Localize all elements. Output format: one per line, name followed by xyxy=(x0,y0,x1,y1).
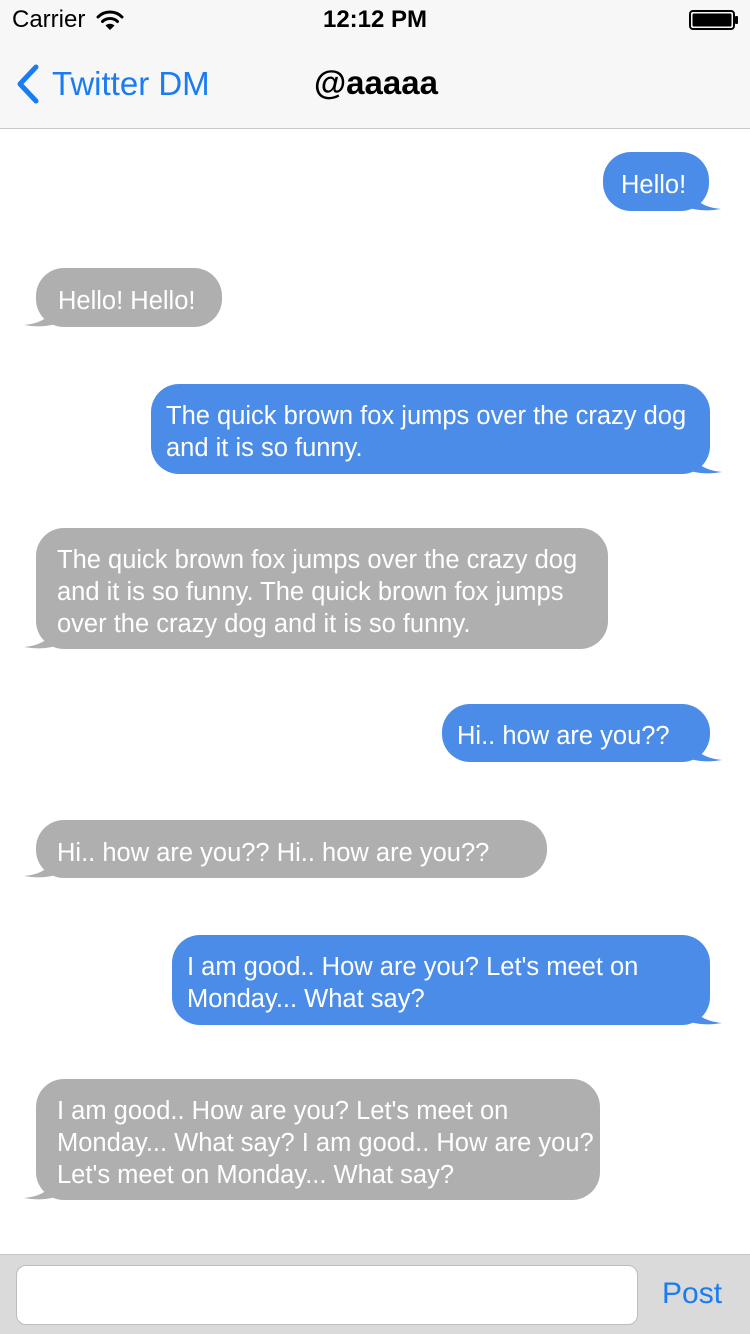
message-input[interactable] xyxy=(16,1265,638,1325)
navigation-bar: Twitter DM @aaaaa xyxy=(0,40,750,128)
bubble-tail xyxy=(24,297,58,327)
message-text: The quick brown fox jumps over the crazy… xyxy=(57,546,578,638)
message-text: The quick brown fox jumps over the crazy… xyxy=(166,402,687,462)
back-button[interactable]: Twitter DM xyxy=(14,62,210,106)
message-text: Hello! xyxy=(621,171,687,199)
top-bar: Carrier 12:12 PM Twitter DM @aaaaa xyxy=(0,0,750,129)
message-bubble-incoming[interactable]: The quick brown fox jumps over the crazy… xyxy=(24,528,608,649)
back-button-label: Twitter DM xyxy=(52,65,210,102)
message-text: I am good.. How are you? Let's meet on M… xyxy=(57,1097,594,1189)
status-bar: Carrier 12:12 PM xyxy=(0,0,750,40)
message-bubble-outgoing[interactable]: Hello! xyxy=(603,152,721,211)
message-text: Hi.. how are you?? Hi.. how are you?? xyxy=(57,839,490,867)
status-time: 12:12 PM xyxy=(322,6,428,33)
bubble-tail xyxy=(24,619,58,649)
message-bubble-outgoing[interactable]: The quick brown fox jumps over the crazy… xyxy=(151,384,722,474)
chevron-left-icon xyxy=(17,64,39,104)
message-text: I am good.. How are you? Let's meet on M… xyxy=(187,953,639,1013)
post-button[interactable]: Post xyxy=(662,1277,722,1311)
message-text: Hello! Hello! xyxy=(58,287,196,315)
message-text: Hi.. how are you?? xyxy=(457,722,670,750)
message-bubble-incoming[interactable]: I am good.. How are you? Let's meet on M… xyxy=(24,1079,600,1200)
battery-icon xyxy=(689,10,738,30)
bubble-tail xyxy=(24,848,58,878)
bubble-tail xyxy=(687,181,721,211)
message-bubble-outgoing[interactable]: I am good.. How are you? Let's meet on M… xyxy=(172,935,722,1025)
bubble-tail xyxy=(24,1170,58,1200)
message-bubble-incoming[interactable]: Hello! Hello! xyxy=(24,268,222,327)
composer-bar: Post xyxy=(0,1254,750,1334)
message-bubble-outgoing[interactable]: Hi.. how are you?? xyxy=(442,704,722,762)
page-title: @aaaaa xyxy=(314,64,438,101)
message-bubble-incoming[interactable]: Hi.. how are you?? Hi.. how are you?? xyxy=(24,820,547,878)
chat-screen: Carrier 12:12 PM Twitter DM @aaaaa Hello… xyxy=(0,0,750,1334)
